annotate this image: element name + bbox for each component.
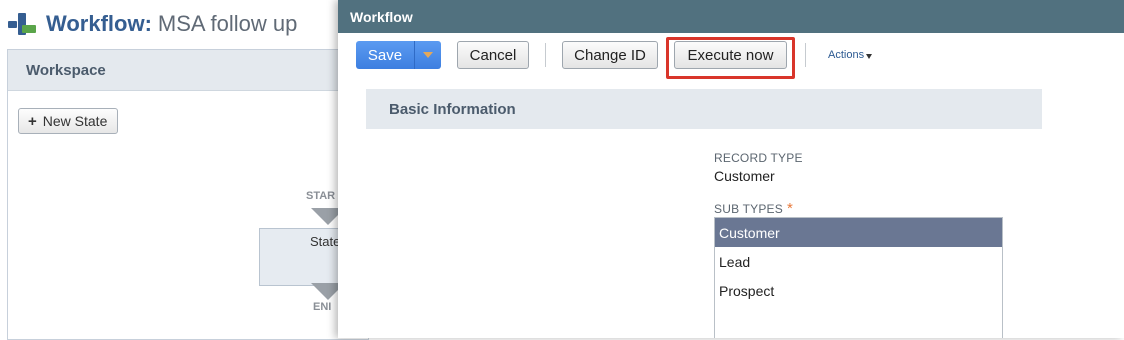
list-option-customer[interactable]: Customer xyxy=(715,218,1002,247)
chevron-down-icon xyxy=(423,52,433,58)
plus-icon: + xyxy=(28,112,37,130)
diagram-end-label: ENI xyxy=(313,301,332,313)
toolbar-divider xyxy=(545,43,546,67)
page-title: Workflow: MSA follow up xyxy=(8,8,297,40)
save-button-group: Save xyxy=(356,41,441,69)
dialog-title: Workflow xyxy=(338,0,1124,33)
sub-types-listbox[interactable]: Customer Lead Prospect xyxy=(714,217,1003,338)
actions-menu[interactable]: Actions xyxy=(828,49,873,61)
list-option-lead[interactable]: Lead xyxy=(715,247,1002,276)
caret-down-icon xyxy=(866,53,873,59)
page-title-workflow-name: MSA follow up xyxy=(157,11,298,36)
list-option-prospect[interactable]: Prospect xyxy=(715,276,1002,305)
workflow-icon xyxy=(8,13,36,35)
highlight-annotation xyxy=(666,37,795,79)
change-id-button[interactable]: Change ID xyxy=(562,41,658,69)
sub-types-label: SUB TYPES xyxy=(714,202,783,216)
workflow-dialog: Workflow Save Cancel Change ID Execute n… xyxy=(338,0,1124,338)
page-title-label: Workflow: xyxy=(46,11,152,36)
record-type-value: Customer xyxy=(714,168,775,184)
sub-types-label-row: SUB TYPES * xyxy=(714,200,793,217)
diagram-state-label: State xyxy=(310,234,341,249)
actions-label: Actions xyxy=(828,49,865,61)
save-dropdown-button[interactable] xyxy=(415,41,441,69)
toolbar-divider xyxy=(805,43,806,67)
section-basic-information[interactable]: Basic Information xyxy=(366,89,1042,129)
workspace-header: Workspace xyxy=(8,50,368,91)
save-button[interactable]: Save xyxy=(356,41,415,69)
diagram-start-label: STAR xyxy=(306,190,336,202)
record-type-label: RECORD TYPE xyxy=(714,151,803,165)
cancel-button[interactable]: Cancel xyxy=(457,41,529,69)
required-marker: * xyxy=(786,200,793,217)
dialog-toolbar: Save Cancel Change ID Execute now Action… xyxy=(338,33,1124,81)
workspace-panel: Workspace + New State STAR State ENI xyxy=(7,49,371,340)
new-state-button[interactable]: + New State xyxy=(18,108,119,134)
new-state-label: New State xyxy=(42,113,108,129)
